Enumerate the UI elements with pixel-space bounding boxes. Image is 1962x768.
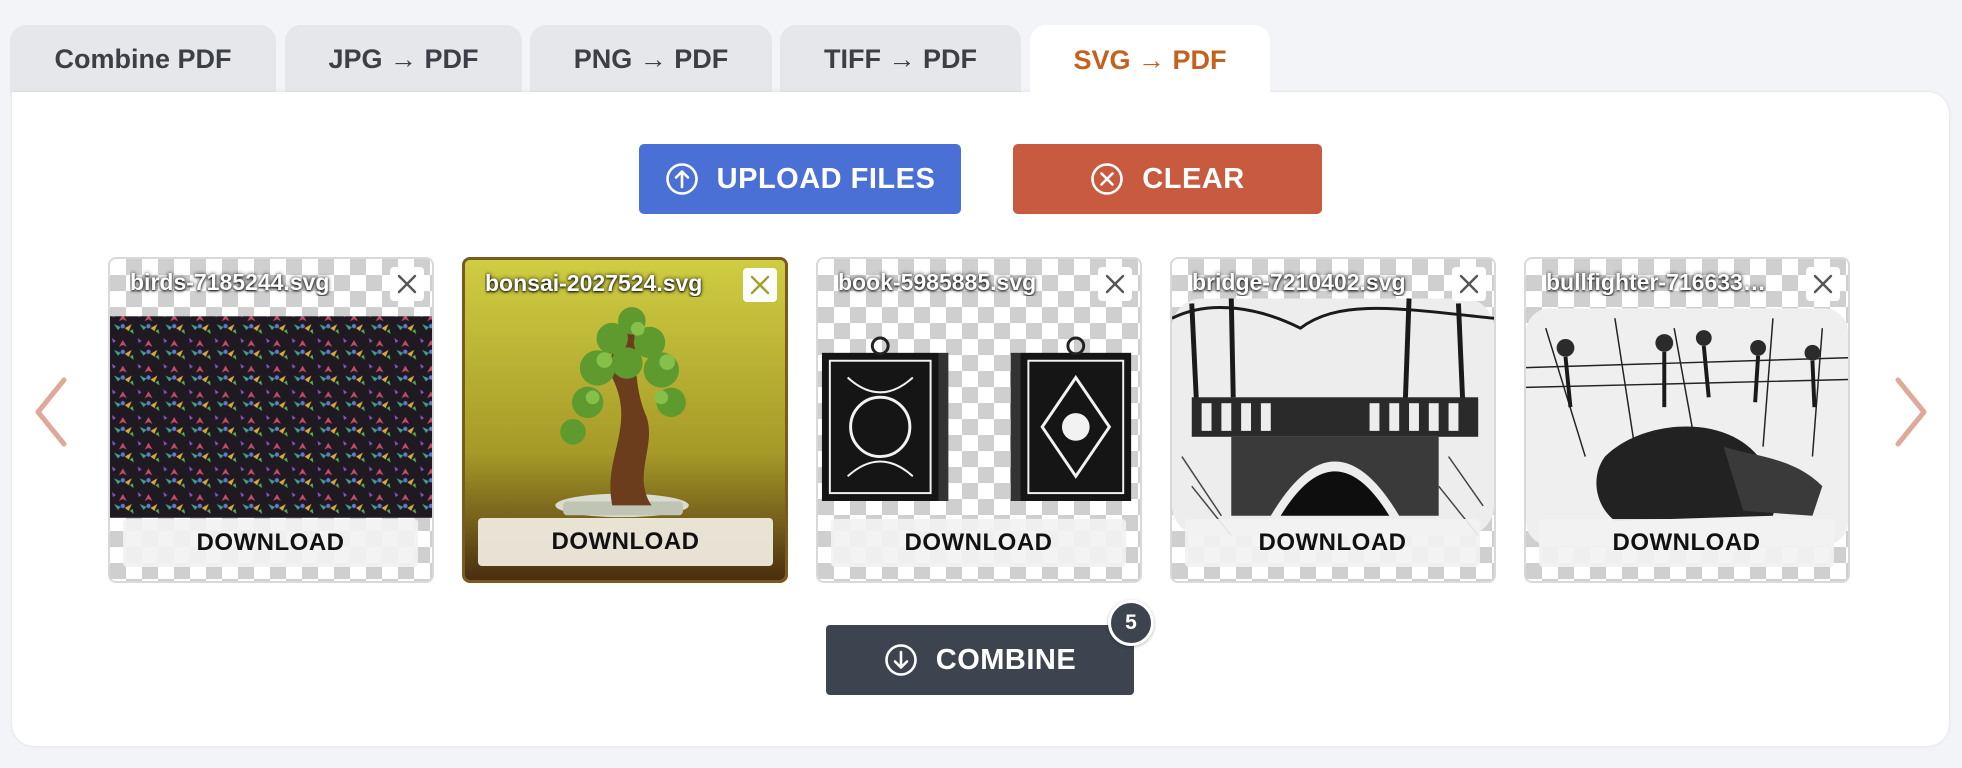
file-card-bonsai[interactable]: bonsai-2027524.svg DOWNLOAD [462,257,788,583]
file-name: bridge-7210402.svg [1192,269,1406,295]
tab-jpg-to-pdf[interactable]: JPG → PDF [285,25,522,93]
arrow-down-circle-icon [884,643,918,677]
combine-label: COMBINE [935,643,1077,676]
file-name: birds-7185244.svg [130,269,330,295]
download-button[interactable]: DOWNLOAD [1539,519,1834,567]
tab-svg-to-pdf[interactable]: SVG → PDF [1030,25,1270,95]
tab-combine-pdf[interactable]: Combine PDF [10,25,276,93]
close-icon[interactable] [1098,267,1132,301]
file-card-bridge[interactable]: bridge-7210402.svg DOWNLOAD [1170,257,1496,583]
clear-label: CLEAR [1142,162,1245,195]
close-icon[interactable] [390,267,424,301]
clear-button[interactable]: CLEAR [1013,144,1322,214]
file-count-badge: 5 [1108,600,1154,646]
arrow-up-circle-icon [665,162,699,196]
close-icon[interactable] [1452,267,1486,301]
upload-files-button[interactable]: UPLOAD FILES [639,144,961,214]
tab-png-to-pdf[interactable]: PNG → PDF [530,25,772,93]
x-circle-icon [1090,162,1124,196]
combine-button[interactable]: COMBINE [826,625,1134,695]
converter-panel: UPLOAD FILES CLEAR birds-7185244.svg DOW… [12,92,1949,746]
download-button[interactable]: DOWNLOAD [831,519,1126,567]
close-icon[interactable] [743,268,777,302]
chevron-right-icon[interactable] [1892,372,1932,452]
file-name: book-5985885.svg [838,269,1037,295]
upload-files-label: UPLOAD FILES [716,162,936,195]
file-name: bullfighter-716633… [1546,269,1766,295]
file-card-bullfighter[interactable]: bullfighter-716633… DOWNLOAD [1524,257,1850,583]
file-card-book[interactable]: book-5985885.svg DOWNLOAD [816,257,1142,583]
close-icon[interactable] [1806,267,1840,301]
file-name: bonsai-2027524.svg [485,270,703,296]
download-button[interactable]: DOWNLOAD [1185,519,1480,567]
file-card-birds[interactable]: birds-7185244.svg DOWNLOAD [108,257,434,583]
download-button[interactable]: DOWNLOAD [478,518,773,566]
download-button[interactable]: DOWNLOAD [123,519,418,567]
chevron-left-icon[interactable] [30,372,70,452]
tab-tiff-to-pdf[interactable]: TIFF → PDF [780,25,1021,93]
